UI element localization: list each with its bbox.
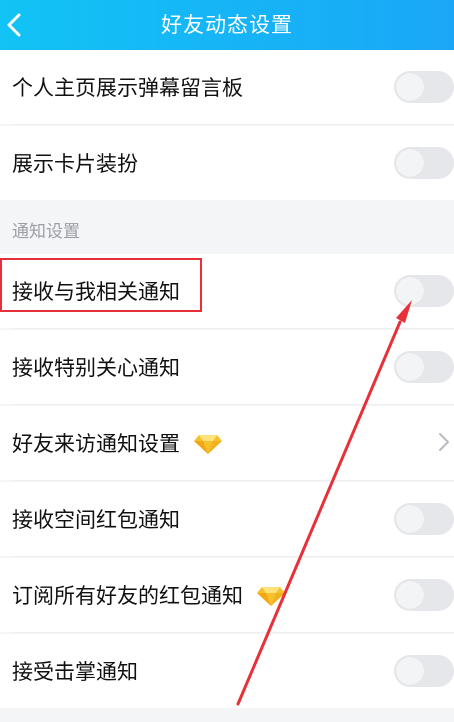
row-label: 接收空间红包通知: [12, 508, 180, 532]
section-notify-settings: 通知设置: [0, 204, 454, 254]
header-bar: 好友动态设置: [0, 0, 454, 50]
toggle-card-decoration[interactable]: [394, 147, 454, 179]
row-barrage-board[interactable]: 个人主页展示弹幕留言板: [0, 50, 454, 124]
toggle-knob: [396, 505, 424, 533]
toggle-knob: [396, 581, 424, 609]
divider: [12, 632, 454, 633]
page-title: 好友动态设置: [161, 13, 293, 37]
divider: [12, 328, 454, 329]
divider: [12, 124, 454, 125]
toggle-high-five-notify[interactable]: [394, 655, 454, 687]
diamond-icon: [256, 587, 285, 606]
row-friends-redpacket-subscribe[interactable]: 订阅所有好友的红包通知: [0, 558, 454, 632]
row-space-redpacket-notify[interactable]: 接收空间红包通知: [0, 482, 454, 556]
row-card-decoration[interactable]: 展示卡片装扮: [0, 126, 454, 200]
toggle-knob: [396, 353, 424, 381]
toggle-knob: [396, 657, 424, 685]
toggle-special-care-notify[interactable]: [394, 351, 454, 383]
row-label: 接收特别关心通知: [12, 356, 180, 380]
divider: [12, 480, 454, 481]
divider: [12, 404, 454, 405]
section-label: 通知设置: [12, 222, 80, 242]
row-visitor-notify-settings[interactable]: 好友来访通知设置: [0, 406, 454, 480]
toggle-knob: [396, 149, 424, 177]
diamond-icon: [193, 435, 222, 454]
toggle-knob: [396, 73, 424, 101]
row-label: 展示卡片装扮: [12, 152, 138, 176]
row-label: 个人主页展示弹幕留言板: [12, 76, 243, 100]
row-label: 好友来访通知设置: [12, 432, 180, 456]
row-label: 接受击掌通知: [12, 660, 138, 684]
toggle-friends-redpacket-subscribe[interactable]: [394, 579, 454, 611]
row-special-care-notify[interactable]: 接收特别关心通知: [0, 330, 454, 404]
toggle-related-notify[interactable]: [394, 275, 454, 307]
toggle-knob: [396, 277, 424, 305]
row-high-five-notify[interactable]: 接受击掌通知: [0, 634, 454, 708]
row-label: 订阅所有好友的红包通知: [12, 584, 243, 608]
chevron-right-icon: [439, 433, 449, 451]
toggle-space-redpacket-notify[interactable]: [394, 503, 454, 535]
highlight-box: [0, 258, 202, 312]
divider: [12, 556, 454, 557]
toggle-barrage-board[interactable]: [394, 71, 454, 103]
